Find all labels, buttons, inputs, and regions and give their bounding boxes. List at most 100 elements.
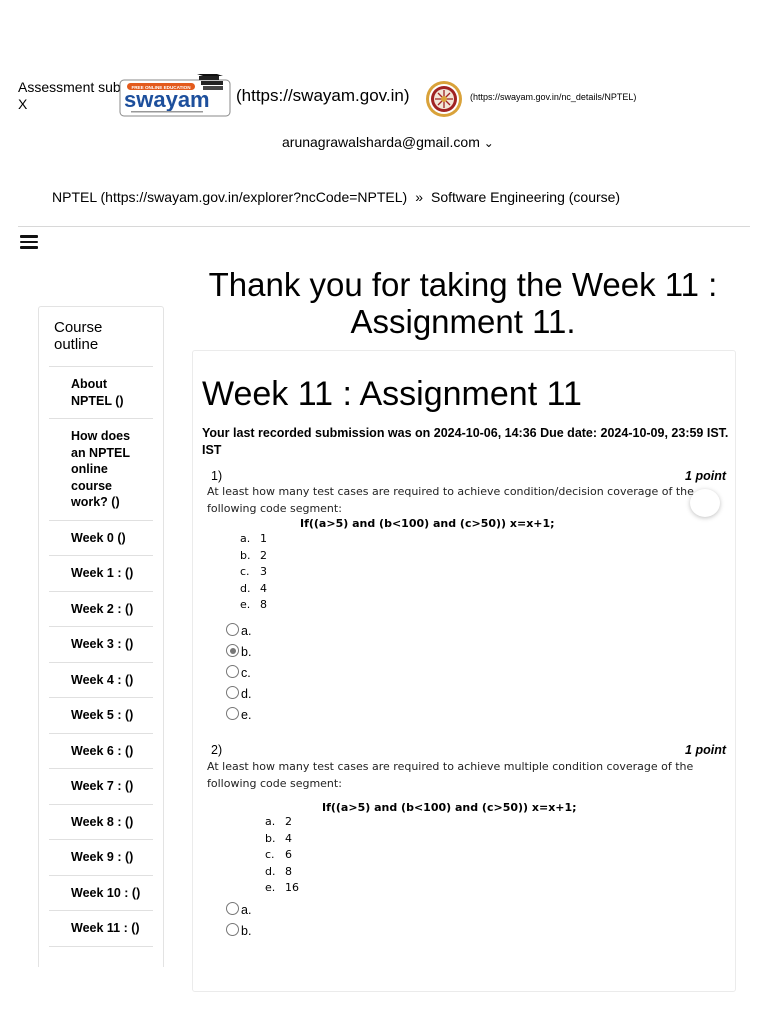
radio-label: a. bbox=[241, 903, 252, 917]
swayam-logo[interactable]: FREE ONLINE EDUCATION swayam bbox=[119, 74, 231, 118]
submission-info-tail: IST bbox=[202, 442, 222, 457]
chevron-down-icon: ⌄ bbox=[483, 136, 494, 150]
choice-list: a. 2 b. 4 c. 6 d. 8 e. 16 bbox=[265, 814, 299, 897]
breadcrumb: NPTEL (https://swayam.gov.in/explorer?nc… bbox=[52, 189, 620, 205]
answer-radio-b[interactable]: b. bbox=[226, 644, 251, 665]
sidebar-item-week-2[interactable]: Week 2 : () bbox=[49, 590, 153, 627]
sidebar-item-week-1[interactable]: Week 1 : () bbox=[49, 555, 153, 591]
choice-value: 4 bbox=[285, 831, 292, 845]
choice-item: a. 2 bbox=[265, 814, 299, 831]
radio-label: c. bbox=[241, 666, 251, 680]
choice-value: 8 bbox=[260, 598, 267, 611]
question-number: 2) bbox=[211, 743, 223, 757]
choice-letter: b. bbox=[265, 831, 276, 845]
nptel-logo[interactable] bbox=[424, 80, 464, 118]
choice-item: d. 4 bbox=[240, 581, 267, 598]
user-email: arunagrawalsharda@gmail.com bbox=[282, 134, 480, 150]
choice-value: 8 bbox=[285, 864, 292, 878]
hamburger-menu-icon[interactable] bbox=[20, 235, 38, 249]
choice-item: c. 3 bbox=[240, 564, 267, 581]
question-code: If((a>5) and (b<100) and (c>50)) x=x+1; bbox=[300, 517, 555, 530]
answer-radio-c[interactable]: c. bbox=[226, 665, 251, 686]
question-points: 1 point bbox=[685, 743, 726, 757]
breadcrumb-separator: » bbox=[415, 189, 423, 205]
choice-value: 4 bbox=[260, 581, 267, 595]
course-outline-title: Course outline bbox=[54, 319, 103, 353]
question-code: If((a>5) and (b<100) and (c>50)) x=x+1; bbox=[322, 801, 577, 814]
submission-info-text: Your last recorded submission was on 202… bbox=[202, 426, 729, 440]
choice-letter: d. bbox=[265, 864, 276, 878]
choice-value: 16 bbox=[285, 881, 299, 894]
choice-item: b. 4 bbox=[265, 831, 299, 848]
radio-label: a. bbox=[241, 624, 252, 638]
sidebar-item-week-10[interactable]: Week 10 : () bbox=[49, 874, 153, 911]
radio-label: b. bbox=[241, 924, 252, 938]
sidebar-item-week-11[interactable]: Week 11 : () bbox=[49, 910, 153, 947]
choice-letter: c. bbox=[265, 848, 275, 861]
choice-value: 2 bbox=[285, 815, 292, 828]
choice-letter: c. bbox=[240, 565, 250, 578]
radio-button[interactable] bbox=[226, 902, 239, 915]
sidebar-item-week-4[interactable]: Week 4 : () bbox=[49, 661, 153, 698]
breadcrumb-nptel-link[interactable]: NPTEL (https://swayam.gov.in/explorer?nc… bbox=[52, 189, 407, 205]
answer-radio-b[interactable]: b. bbox=[226, 923, 251, 944]
swayam-logo-word: swayam bbox=[124, 87, 210, 112]
question-points: 1 point bbox=[685, 469, 726, 483]
choice-list: a. 1 b. 2 c. 3 d. 4 e. 8 bbox=[240, 531, 267, 614]
answer-radio-a[interactable]: a. bbox=[226, 902, 251, 923]
sidebar-item-how-course-works[interactable]: How does an NPTEL online course work? () bbox=[49, 418, 153, 520]
sidebar-item-week-0[interactable]: Week 0 () bbox=[49, 519, 153, 556]
question-number: 1) bbox=[211, 469, 223, 483]
browser-tab-title[interactable]: Assessment sub X bbox=[18, 79, 123, 113]
sidebar-item-week-8[interactable]: Week 8 : () bbox=[49, 803, 153, 840]
choice-item: e. 16 bbox=[265, 880, 299, 897]
header-divider bbox=[18, 226, 750, 227]
sidebar-item-week-9[interactable]: Week 9 : () bbox=[49, 839, 153, 875]
choice-letter: a. bbox=[265, 815, 276, 828]
question-text: At least how many test cases are require… bbox=[207, 760, 694, 790]
tab-close-button[interactable]: X bbox=[18, 96, 123, 113]
thank-you-message: Thank you for taking the Week 11 : Assig… bbox=[208, 266, 718, 340]
radio-button-selected[interactable] bbox=[226, 644, 239, 657]
radio-label: b. bbox=[241, 645, 252, 659]
tab-title-text: Assessment sub bbox=[18, 79, 121, 95]
assignment-title: Week 11 : Assignment 11 bbox=[202, 375, 582, 413]
sidebar-item-week-7[interactable]: Week 7 : () bbox=[49, 768, 153, 804]
submission-info: Your last recorded submission was on 202… bbox=[202, 425, 732, 458]
user-menu[interactable]: arunagrawalsharda@gmail.com ⌄ bbox=[282, 134, 494, 150]
sidebar-item-week-6[interactable]: Week 6 : () bbox=[49, 732, 153, 769]
choice-item: b. 2 bbox=[240, 548, 267, 565]
nptel-url-link[interactable]: (https://swayam.gov.in/nc_details/NPTEL) bbox=[470, 92, 636, 102]
radio-button[interactable] bbox=[226, 623, 239, 636]
choice-item: d. 8 bbox=[265, 864, 299, 881]
radio-label: e. bbox=[241, 708, 252, 722]
choice-item: a. 1 bbox=[240, 531, 267, 548]
choice-value: 3 bbox=[260, 565, 267, 578]
answer-radio-e[interactable]: e. bbox=[226, 707, 251, 728]
sidebar-item-week-5[interactable]: Week 5 : () bbox=[49, 697, 153, 733]
sidebar-item-about-nptel[interactable]: About NPTEL () bbox=[49, 366, 153, 418]
radio-button[interactable] bbox=[226, 923, 239, 936]
choice-letter: b. bbox=[240, 548, 251, 562]
choice-letter: a. bbox=[240, 532, 251, 545]
choice-item: c. 6 bbox=[265, 847, 299, 864]
radio-button[interactable] bbox=[226, 665, 239, 678]
choice-value: 2 bbox=[260, 548, 267, 562]
sidebar-item-week-3[interactable]: Week 3 : () bbox=[49, 626, 153, 662]
course-outline-sidebar: Course outline About NPTEL () How does a… bbox=[38, 306, 164, 967]
floating-action-button[interactable] bbox=[690, 489, 720, 517]
breadcrumb-current[interactable]: Software Engineering (course) bbox=[431, 189, 620, 205]
choice-value: 1 bbox=[260, 532, 267, 545]
swayam-url-link[interactable]: (https://swayam.gov.in) bbox=[236, 86, 410, 106]
radio-button[interactable] bbox=[226, 707, 239, 720]
answer-radio-d[interactable]: d. bbox=[226, 686, 251, 707]
radio-button[interactable] bbox=[226, 686, 239, 699]
choice-letter: d. bbox=[240, 581, 251, 595]
choice-letter: e. bbox=[240, 598, 251, 611]
answer-radio-a[interactable]: a. bbox=[226, 623, 251, 644]
choice-item: e. 8 bbox=[240, 597, 267, 614]
radio-label: d. bbox=[241, 687, 252, 701]
answer-radio-group: a. b. c. d. e. bbox=[226, 623, 251, 728]
question-text: At least how many test cases are require… bbox=[207, 485, 694, 515]
course-outline-list: About NPTEL () How does an NPTEL online … bbox=[49, 366, 153, 947]
